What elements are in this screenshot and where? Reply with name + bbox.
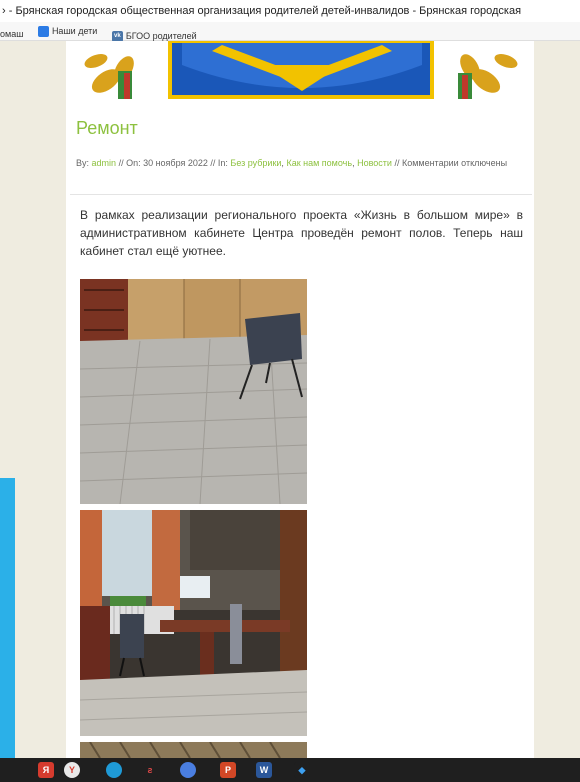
left-side-strip [0, 478, 15, 758]
office-photo-image [80, 510, 307, 736]
post-title: Ремонт [76, 118, 138, 138]
bookmarks-bar: омаш Наши дети vk БГОО родителей [0, 22, 580, 43]
post-photo-floor[interactable] [80, 279, 307, 504]
post-body-text: В рамках реализации регионального проект… [80, 208, 523, 258]
bookmark-home-label: омаш [0, 28, 24, 39]
meta-sep: , [281, 158, 284, 168]
post-photo-office[interactable] [80, 510, 307, 736]
edge-icon[interactable] [106, 762, 122, 778]
bookmark-nashi-deti[interactable]: Наши дети [37, 22, 98, 40]
site-emblem [66, 41, 534, 99]
bookmark-home[interactable]: омаш [0, 25, 23, 43]
post-meta: By: admin // On: 30 ноября 2022 // In: Б… [76, 154, 531, 172]
window-title: › - Брянская городская общественная орга… [0, 0, 580, 22]
category-link-news[interactable]: Новости [357, 158, 392, 168]
author-link[interactable]: admin [92, 158, 117, 168]
meta-sep: , [352, 158, 355, 168]
post-photo-third[interactable] [80, 742, 307, 758]
meta-date: // On: 30 ноября 2022 // In: [118, 158, 228, 168]
meta-divider [70, 194, 532, 195]
chat-icon [37, 25, 49, 37]
powerpoint-icon[interactable]: P [220, 762, 236, 778]
meta-by-label: By: [76, 158, 90, 168]
meta-comments-status: // Комментарии отключены [394, 158, 508, 168]
chrome-icon[interactable] [180, 762, 196, 778]
other-app-icon[interactable]: ◆ [294, 762, 310, 778]
yandex-icon[interactable]: Y [64, 762, 80, 778]
floor-photo-image [80, 279, 307, 504]
coat-of-arms-image [84, 41, 518, 99]
third-photo-image [80, 742, 307, 758]
category-link-uncategorized[interactable]: Без рубрики [230, 158, 281, 168]
yandex-browser-icon[interactable]: Я [38, 762, 54, 778]
taskbar: Я Y ƨ P W ◆ [0, 758, 580, 782]
pinned-app-icon[interactable]: ƨ [142, 762, 158, 778]
word-icon[interactable]: W [256, 762, 272, 778]
category-link-how-to-help[interactable]: Как нам помочь [286, 158, 352, 168]
vk-icon: vk [111, 30, 123, 42]
bookmark-nashi-deti-label: Наши дети [51, 26, 98, 36]
